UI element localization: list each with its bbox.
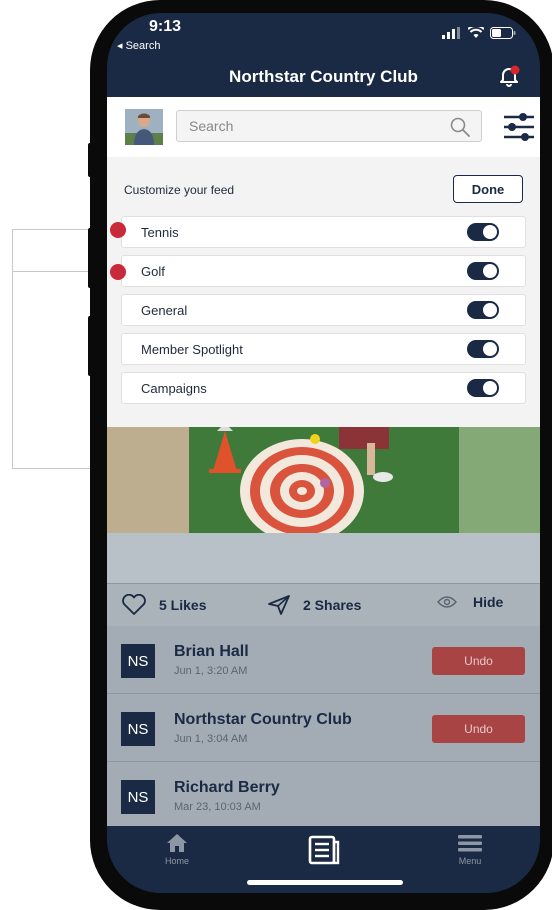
- golf-toggle[interactable]: [467, 262, 499, 280]
- campaigns-toggle[interactable]: [467, 379, 499, 397]
- phone-side-button: [88, 228, 92, 288]
- notification-time: Jun 1, 3:04 AM: [174, 733, 248, 745]
- toggle-knob: [483, 264, 497, 278]
- notification-time: Jun 1, 3:20 AM: [174, 665, 248, 677]
- feed-row-campaigns[interactable]: Campaigns: [121, 372, 526, 404]
- ns-avatar: NS: [121, 712, 155, 746]
- feed-row-member-spotlight[interactable]: Member Spotlight: [121, 333, 526, 365]
- member-spotlight-toggle[interactable]: [467, 340, 499, 358]
- feed-row-label: Member Spotlight: [141, 342, 243, 357]
- like-button[interactable]: 5 Likes: [121, 594, 206, 616]
- home-icon: [167, 834, 187, 852]
- done-button[interactable]: Done: [453, 175, 523, 203]
- search-input[interactable]: Search: [176, 110, 482, 142]
- tab-home[interactable]: Home: [147, 832, 207, 866]
- send-icon: [268, 595, 290, 615]
- feed-row-label: Tennis: [141, 225, 179, 240]
- undo-button[interactable]: Undo: [432, 715, 525, 743]
- undo-button[interactable]: Undo: [432, 647, 525, 675]
- notification-name: Brian Hall: [174, 643, 249, 660]
- toggle-knob: [483, 381, 497, 395]
- toggle-knob: [483, 342, 497, 356]
- eye-icon: [437, 596, 457, 608]
- callout-dot-golf: [110, 264, 126, 280]
- likes-count: 5 Likes: [159, 597, 207, 613]
- hide-label: Hide: [473, 594, 504, 610]
- menu-icon: [458, 835, 482, 852]
- ns-avatar: NS: [121, 780, 155, 814]
- filter-button[interactable]: [502, 111, 536, 148]
- phone-side-button: [88, 316, 92, 376]
- home-indicator: [247, 880, 403, 885]
- cellular-signal-icon: [442, 27, 460, 39]
- callout-dot-tennis: [110, 222, 126, 238]
- system-icons: [442, 27, 516, 39]
- heart-icon: [122, 594, 146, 615]
- filter-sliders-icon: [504, 113, 534, 141]
- bell-icon: [500, 65, 520, 87]
- tennis-toggle[interactable]: [467, 223, 499, 241]
- ns-avatar: NS: [121, 644, 155, 678]
- news-icon: [308, 835, 340, 865]
- customize-feed-panel: Customize your feed Done Tennis Golf Gen…: [107, 157, 540, 427]
- phone-side-button: [88, 143, 92, 177]
- list-item[interactable]: NS Richard Berry Mar 23, 10:03 AM: [107, 762, 540, 826]
- page-title: Northstar Country Club: [229, 67, 418, 86]
- avatar-photo: [125, 109, 163, 145]
- feed-row-tennis[interactable]: Tennis: [121, 216, 526, 248]
- golf-target-photo: [107, 427, 540, 533]
- notification-name: Richard Berry: [174, 779, 280, 796]
- notifications-button[interactable]: [498, 65, 520, 92]
- tab-menu-label: Menu: [458, 856, 482, 866]
- toggle-knob: [483, 225, 497, 239]
- post-actions-bar: 5 Likes 2 Shares Hide: [107, 583, 540, 628]
- feed-row-golf[interactable]: Golf: [121, 255, 526, 287]
- list-item[interactable]: NS Brian Hall Jun 1, 3:20 AM Undo: [107, 626, 540, 694]
- hide-button[interactable]: Hide: [437, 594, 503, 610]
- toggle-knob: [483, 303, 497, 317]
- status-time: 9:13: [149, 18, 182, 35]
- nav-bar: Northstar Country Club: [107, 57, 540, 97]
- tab-news[interactable]: [294, 834, 354, 868]
- tab-home-label: Home: [164, 856, 189, 866]
- battery-icon: [490, 27, 516, 39]
- share-button[interactable]: 2 Shares: [267, 594, 361, 616]
- back-to-search-link[interactable]: ◂ Search: [117, 39, 160, 52]
- search-icon: [450, 117, 470, 137]
- wifi-icon: [468, 27, 484, 38]
- tab-menu[interactable]: Menu: [440, 832, 500, 866]
- feed-row-general[interactable]: General: [121, 294, 526, 326]
- general-toggle[interactable]: [467, 301, 499, 319]
- search-placeholder: Search: [189, 118, 234, 134]
- status-bar: 9:13 ◂ Search: [107, 13, 540, 57]
- shares-count: 2 Shares: [303, 597, 362, 613]
- search-row: Search: [107, 97, 540, 157]
- phone-screen: 9:13 ◂ Search Northstar Country Club Sea…: [107, 13, 540, 893]
- feed-row-label: Campaigns: [141, 381, 207, 396]
- feed-row-label: General: [141, 303, 188, 318]
- feed-row-label: Golf: [141, 264, 165, 279]
- list-item[interactable]: NS Northstar Country Club Jun 1, 3:04 AM…: [107, 694, 540, 762]
- avatar[interactable]: [125, 109, 163, 145]
- post-image: [107, 427, 540, 533]
- post-caption-area: [107, 533, 540, 583]
- notification-name: Northstar Country Club: [174, 711, 352, 728]
- panel-title: Customize your feed: [124, 183, 235, 197]
- tab-bar: Home Menu: [107, 826, 540, 893]
- notification-time: Mar 23, 10:03 AM: [174, 801, 261, 813]
